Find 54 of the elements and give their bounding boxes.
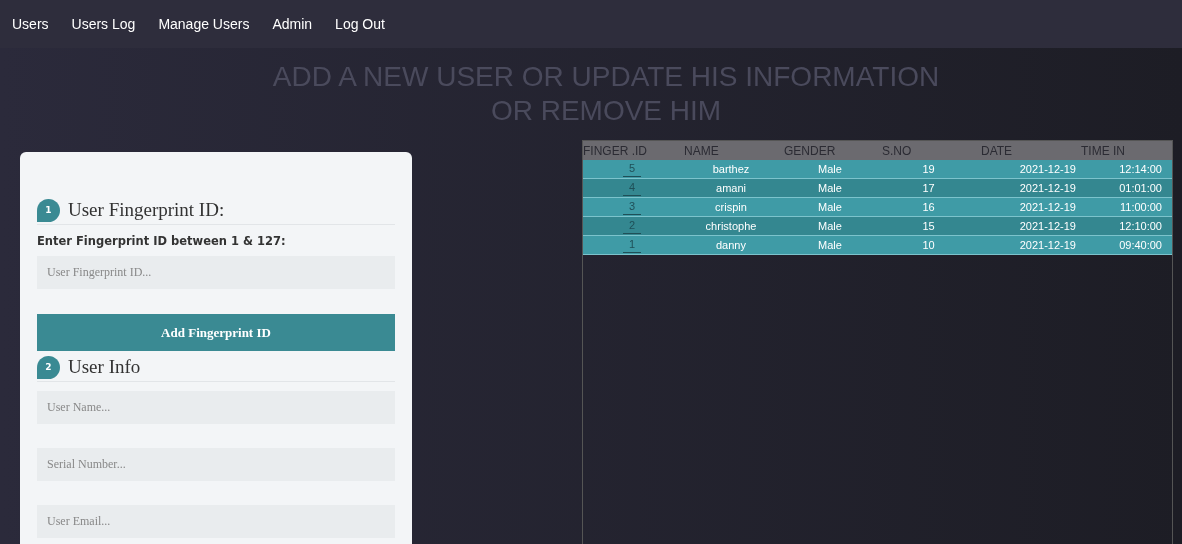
- section-title: User Fingerprint ID:: [68, 198, 225, 222]
- table-cell-text: Male: [818, 180, 842, 196]
- column-header: GENDER: [784, 143, 836, 158]
- table-cell-text: amani: [716, 180, 746, 196]
- table-cell-text: 01:01:00: [1119, 180, 1162, 196]
- table-cell-text: Male: [818, 218, 842, 234]
- column-header: S.NO: [882, 143, 912, 158]
- step-badge: 2: [37, 356, 60, 380]
- table-cell-text: Male: [818, 199, 842, 215]
- table-cell-text: 10: [922, 237, 935, 253]
- table-cell-text: 12:14:00: [1119, 161, 1162, 177]
- table-cell: 1: [622, 237, 642, 253]
- table-cell-text: danny: [716, 237, 746, 253]
- table-cell-text: 2021-12-19: [1019, 180, 1076, 196]
- table-row[interactable]: 4 amani Male 17 2021-12-19 01:01:00: [583, 179, 1172, 198]
- column-header: TIME IN: [1081, 143, 1125, 158]
- input-field[interactable]: User Email...: [37, 505, 395, 539]
- step-badge: 1: [37, 199, 60, 222]
- section-title: User Info: [68, 355, 141, 380]
- table-cell: 4: [622, 180, 642, 196]
- table-cell-text: 2021-12-19: [1019, 237, 1076, 253]
- table-cell-text: christophe: [705, 218, 757, 234]
- table-cell-text: 09:40:00: [1119, 237, 1162, 253]
- nav-link[interactable]: Admin: [272, 13, 313, 35]
- table-row[interactable]: 3 crispin Male 16 2021-12-19 11:00:00: [583, 198, 1172, 217]
- field-label: Enter Fingerprint ID between 1 & 127:: [37, 233, 287, 250]
- input-field[interactable]: User Name...: [37, 391, 395, 425]
- table-cell: 3: [622, 199, 642, 215]
- table-cell-text: 2021-12-19: [1019, 199, 1076, 215]
- table-cell-text: 17: [922, 180, 935, 196]
- nav-link[interactable]: Users: [12, 13, 49, 35]
- input-field[interactable]: Serial Number...: [37, 448, 395, 482]
- table-cell-text: barthez: [712, 161, 750, 177]
- table-cell: 5: [622, 161, 642, 177]
- nav-link[interactable]: Log Out: [335, 13, 385, 35]
- nav-link[interactable]: Manage Users: [158, 13, 250, 35]
- table-cell-text: 19: [922, 161, 935, 177]
- table-cell-text: 15: [922, 218, 935, 234]
- table-cell-text: 11:00:00: [1120, 199, 1162, 215]
- table-cell-text: 16: [922, 199, 935, 215]
- table-cell-text: 2021-12-19: [1019, 218, 1076, 234]
- column-header: DATE: [981, 143, 1013, 158]
- table-cell-text: Male: [818, 161, 842, 177]
- table-cell-text: Male: [818, 237, 842, 253]
- input-field[interactable]: User Fingerprint ID...: [37, 256, 395, 290]
- add-fingerprint-button[interactable]: Add Fingerprint ID: [37, 314, 395, 352]
- column-header: FINGER .ID: [583, 143, 647, 158]
- column-header: NAME: [684, 143, 719, 158]
- table-row[interactable]: 5 barthez Male 19 2021-12-19 12:14:00: [583, 160, 1172, 179]
- table-row[interactable]: 1 danny Male 10 2021-12-19 09:40:00: [583, 236, 1172, 255]
- table-cell-text: 2021-12-19: [1019, 161, 1076, 177]
- table-cell-text: crispin: [715, 199, 747, 215]
- table-cell-text: 12:10:00: [1119, 218, 1162, 234]
- nav-link[interactable]: Users Log: [71, 13, 136, 35]
